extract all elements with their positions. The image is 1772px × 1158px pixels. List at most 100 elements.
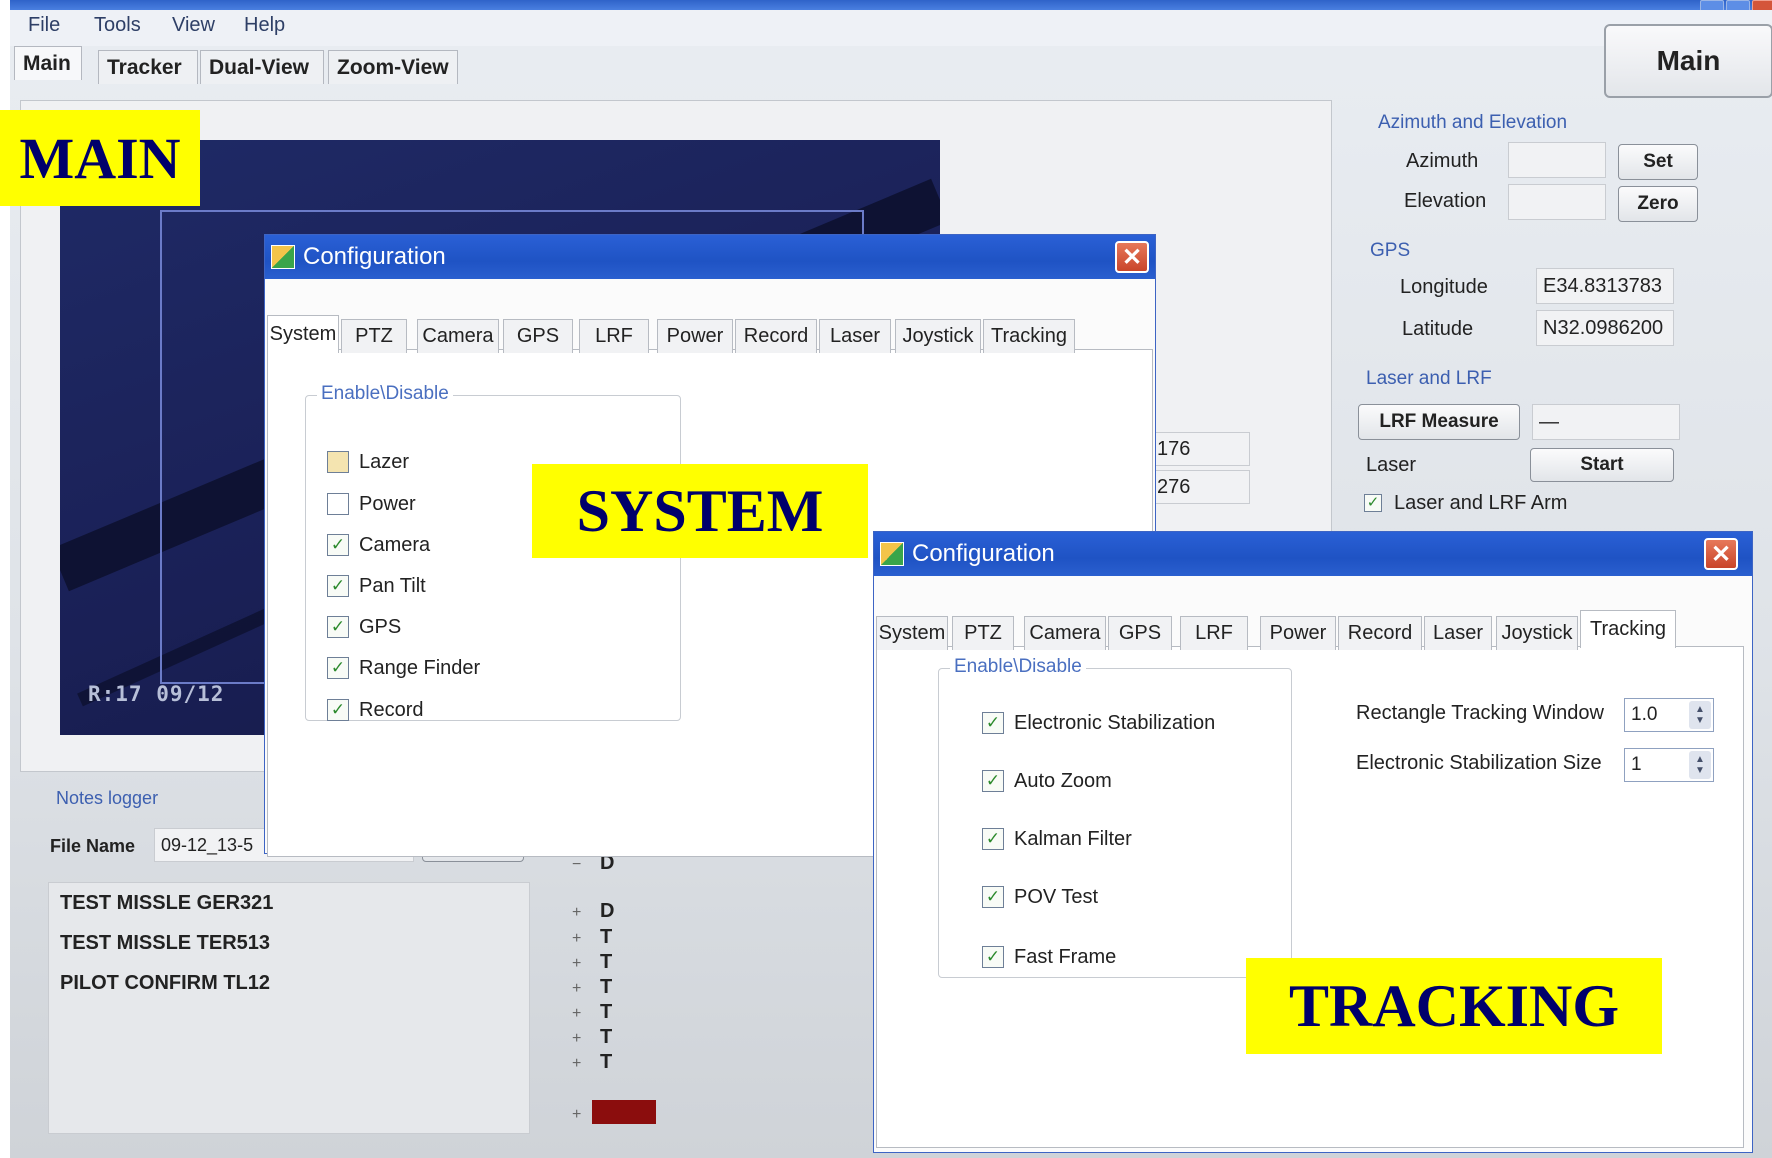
tree-item[interactable]: T — [600, 1026, 612, 1049]
tab-joystick[interactable]: Joystick — [895, 319, 981, 353]
tree-expander-icon[interactable]: + — [572, 1030, 581, 1048]
tab-camera[interactable]: Camera — [417, 319, 499, 353]
checkbox-label: POV Test — [1014, 886, 1099, 908]
kalman-filter-checkbox[interactable]: ✓ — [982, 828, 1004, 850]
dialog-titlebar: Configuration — [265, 235, 1155, 279]
tab-ptz[interactable]: PTZ — [341, 319, 407, 353]
menu-file[interactable]: File — [28, 14, 60, 37]
tab-lrf[interactable]: LRF — [579, 319, 649, 353]
lazer-checkbox[interactable] — [327, 451, 349, 473]
tab-power[interactable]: Power — [657, 319, 733, 353]
electronic-stabilization-checkbox[interactable]: ✓ — [982, 712, 1004, 734]
main-button[interactable]: Main — [1604, 24, 1772, 98]
auto-zoom-checkbox[interactable]: ✓ — [982, 770, 1004, 792]
tree-item[interactable]: T — [600, 926, 612, 949]
stab-size-spinner[interactable]: 1 ▲ ▼ — [1624, 748, 1714, 782]
tab-system[interactable]: System — [267, 315, 339, 353]
menu-tools[interactable]: Tools — [94, 14, 141, 37]
close-icon[interactable]: ✕ — [1704, 538, 1738, 570]
tree-item[interactable]: T — [600, 1001, 612, 1024]
notes-list[interactable] — [48, 882, 530, 1134]
spinner-value: 1 — [1631, 754, 1642, 775]
range-finder-checkbox[interactable]: ✓ — [327, 657, 349, 679]
fast-frame-checkbox[interactable]: ✓ — [982, 946, 1004, 968]
laser-arm-label: Laser and LRF Arm — [1394, 492, 1568, 514]
tab-ptz[interactable]: PTZ — [952, 616, 1014, 650]
checkbox-label: Record — [359, 699, 424, 721]
laser-start-button[interactable]: Start — [1530, 448, 1674, 482]
set-button[interactable]: Set — [1618, 144, 1698, 180]
power-checkbox[interactable] — [327, 493, 349, 515]
checkbox-label: Kalman Filter — [1014, 828, 1132, 850]
tab-tracking[interactable]: Tracking — [1580, 610, 1676, 648]
tab-camera[interactable]: Camera — [1024, 616, 1106, 650]
notes-logger-title: Notes logger — [56, 788, 159, 808]
elevation-input[interactable] — [1508, 184, 1606, 220]
pan-tilt-checkbox[interactable]: ✓ — [327, 575, 349, 597]
tab-gps[interactable]: GPS — [503, 319, 573, 353]
elevation-label: Elevation — [1404, 190, 1487, 212]
spinner-arrows-icon[interactable]: ▲ ▼ — [1689, 751, 1711, 779]
tree-item[interactable]: T — [600, 1051, 612, 1074]
lrf-value-field: — — [1532, 404, 1680, 440]
gps-checkbox[interactable]: ✓ — [327, 616, 349, 638]
group-title: Enable\Disable — [950, 656, 1086, 678]
tab-power[interactable]: Power — [1260, 616, 1336, 650]
tree-expander-icon[interactable]: + — [572, 904, 581, 922]
tree-expander-icon[interactable]: + — [572, 980, 581, 998]
tree-expander-icon[interactable]: + — [572, 930, 581, 948]
window-titlebar — [10, 0, 1772, 10]
rect-window-spinner[interactable]: 1.0 ▲ ▼ — [1624, 698, 1714, 732]
checkbox-label: Power — [359, 493, 416, 515]
record-checkbox[interactable]: ✓ — [327, 699, 349, 721]
camera-checkbox[interactable]: ✓ — [327, 534, 349, 556]
main-label: MAIN — [0, 110, 200, 206]
pov-test-checkbox[interactable]: ✓ — [982, 886, 1004, 908]
tree-expander-icon[interactable]: + — [572, 1005, 581, 1023]
tab-lrf[interactable]: LRF — [1180, 616, 1248, 650]
tab-dual-view[interactable]: Dual-View — [200, 50, 324, 84]
tab-record[interactable]: Record — [735, 319, 817, 353]
menu-view[interactable]: View — [172, 14, 215, 37]
azimuth-label: Azimuth — [1406, 150, 1479, 172]
tree-item[interactable]: T — [600, 951, 612, 974]
close-icon[interactable]: ✕ — [1115, 241, 1149, 273]
tree-item[interactable]: D — [600, 900, 614, 923]
azimuth-input[interactable] — [1508, 142, 1606, 178]
video-timestamp: R:17 09/12 — [88, 682, 225, 706]
tracking-config-dialog: Configuration ✕ System PTZ Camera GPS LR… — [874, 532, 1752, 1152]
tab-gps[interactable]: GPS — [1108, 616, 1172, 650]
dialog-title: Configuration — [303, 243, 446, 270]
spinner-value: 1.0 — [1631, 704, 1658, 725]
tab-laser[interactable]: Laser — [819, 319, 891, 353]
value-field-1: 176 — [1150, 432, 1250, 466]
tab-laser[interactable]: Laser — [1424, 616, 1492, 650]
tree-expander-icon[interactable]: + — [572, 955, 581, 973]
note-entry: TEST MISSLE GER321 — [60, 892, 274, 914]
tab-tracking[interactable]: Tracking — [983, 319, 1075, 353]
tab-main[interactable]: Main — [14, 46, 82, 80]
tree-expander-icon[interactable]: − — [572, 856, 581, 874]
file-name-label: File Name — [50, 836, 136, 856]
menu-help[interactable]: Help — [244, 14, 285, 37]
dialog-body: System PTZ Camera GPS LRF Power Record L… — [874, 576, 1752, 1152]
menu-bar: File Tools View Help — [10, 10, 1772, 46]
tab-joystick[interactable]: Joystick — [1496, 616, 1578, 650]
checkbox-label: Camera — [359, 534, 431, 556]
laser-label: Laser — [1366, 454, 1417, 476]
value-field-2: 276 — [1150, 470, 1250, 504]
tree-expander-icon[interactable]: + — [572, 1055, 581, 1073]
longitude-label: Longitude — [1400, 276, 1488, 298]
tree-item[interactable]: T — [600, 976, 612, 999]
lrf-measure-button[interactable]: LRF Measure — [1358, 404, 1520, 440]
spinner-arrows-icon[interactable]: ▲ ▼ — [1689, 701, 1711, 729]
tab-tracker[interactable]: Tracker — [98, 50, 198, 84]
tab-record[interactable]: Record — [1338, 616, 1422, 650]
laser-arm-checkbox[interactable]: ✓ — [1364, 494, 1382, 512]
zero-button[interactable]: Zero — [1618, 186, 1698, 222]
tab-system[interactable]: System — [876, 616, 948, 650]
checkbox-label: GPS — [359, 616, 402, 638]
tree-expander-icon[interactable]: + — [572, 1106, 581, 1124]
tab-zoom-view[interactable]: Zoom-View — [328, 50, 458, 84]
selected-tree-item[interactable] — [592, 1100, 656, 1124]
